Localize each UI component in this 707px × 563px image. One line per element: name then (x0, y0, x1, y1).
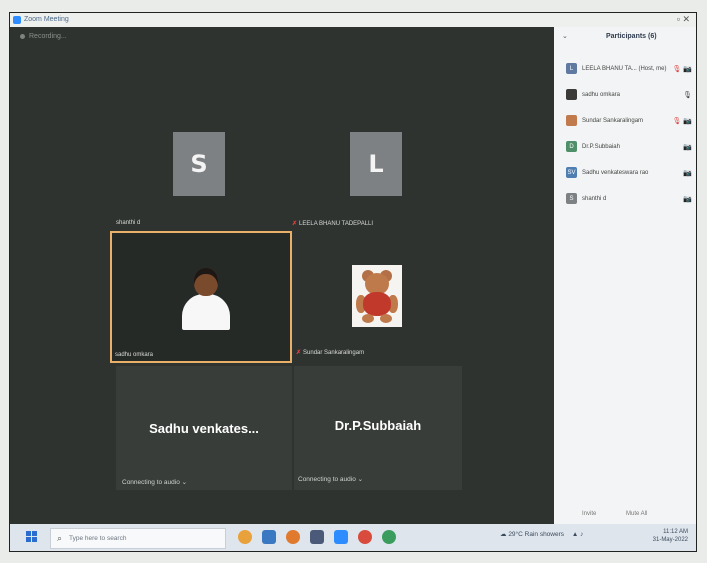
participant-name: Sadhu venkates... (149, 421, 259, 436)
network-icon[interactable]: ▲ (572, 531, 578, 538)
muted-mic-icon: ✗ (292, 221, 298, 227)
mute-all-button[interactable]: Mute All (626, 511, 647, 517)
name-tile-sadhu-venkates[interactable]: Sadhu venkates... Connecting to audio ⌄ (116, 366, 292, 490)
participant-name: LEELA BHANU TA... (Host, me) (582, 66, 667, 72)
participant-row[interactable]: sadhu omkara 🎙 (560, 89, 694, 105)
participants-header: ⌄ Participants (6) (554, 27, 696, 49)
participant-name: shanthi d (582, 196, 607, 202)
window-controls[interactable]: ▫ ✕ (677, 14, 690, 25)
participant-row[interactable]: Sundar Sankaralingam 🎙 📷 (560, 115, 694, 131)
avatar-initial: L (368, 150, 384, 178)
recording-dot-icon (20, 33, 25, 39)
store-icon[interactable] (310, 530, 324, 544)
recording-indicator[interactable]: Recording... (20, 33, 67, 40)
participant-avatar: S (566, 193, 577, 204)
weather-text[interactable]: 29°C Rain showers (508, 531, 564, 538)
window-title: Zoom Meeting (24, 16, 69, 23)
tile-label-text: Sundar Sankaralingam (303, 350, 365, 356)
participant-avatar: SV (566, 167, 577, 178)
audio-status[interactable]: Connecting to audio ⌄ (298, 475, 363, 483)
avatar-tile-s[interactable]: S (173, 132, 225, 196)
chrome-icon[interactable] (358, 530, 372, 544)
participant-status-icons[interactable]: 🎙 (683, 91, 692, 99)
file-explorer-icon[interactable] (262, 530, 276, 544)
search-placeholder: Type here to search (69, 535, 127, 542)
system-tray: ☁ 29°C Rain showers ▲ ♪ 11:12 AM 31-May-… (500, 529, 688, 543)
participant-status-icons[interactable]: 🎙 📷 (672, 117, 692, 125)
taskbar: ⌕ Type here to search ☁ 29°C Rain shower… (10, 524, 696, 551)
participant-status-icons[interactable]: 🎙 📷 (672, 65, 692, 73)
participant-name: Dr.P.Subbaiah (582, 144, 620, 150)
participant-avatar: L (566, 63, 577, 74)
participants-panel: ⌄ Participants (6) L LEELA BHANU TA... (… (554, 27, 696, 524)
teddy-bear-avatar (352, 265, 402, 327)
participant-avatar (566, 89, 577, 100)
clock-date: 31-May-2022 (652, 537, 688, 543)
browser-icon[interactable] (286, 530, 300, 544)
zoom-taskbar-icon[interactable] (334, 530, 348, 544)
active-speaker-tile[interactable]: sadhu omkara (110, 231, 292, 363)
search-icon: ⌕ (57, 533, 63, 543)
participant-name: Sadhu venkateswara rao (582, 170, 649, 176)
recording-label: Recording... (29, 33, 67, 40)
tile-label-leela: ✗ LEELA BHANU TADEPALLI (292, 220, 373, 227)
muted-mic-icon: ✗ (296, 350, 302, 356)
windows-start-icon[interactable] (26, 531, 38, 543)
volume-icon[interactable]: ♪ (580, 531, 583, 538)
participant-row[interactable]: D Dr.P.Subbaiah 📷 (560, 141, 694, 157)
participants-footer: Invite Mute All (554, 506, 696, 524)
participant-row[interactable]: L LEELA BHANU TA... (Host, me) 🎙 📷 (560, 63, 694, 79)
chevron-down-icon[interactable]: ⌄ (562, 32, 568, 40)
weather-icon: ☁ (500, 531, 507, 538)
tile-label-sundar: ✗ Sundar Sankaralingam (296, 349, 364, 356)
clock-time: 11:12 AM (663, 529, 688, 535)
participant-avatar: D (566, 141, 577, 152)
participant-status-icons[interactable]: 📷 (683, 143, 692, 151)
participant-name: Sundar Sankaralingam (582, 118, 644, 124)
participant-name: sadhu omkara (582, 92, 621, 98)
participant-video (180, 266, 232, 330)
app-icon[interactable] (382, 530, 396, 544)
clock[interactable]: 11:12 AM 31-May-2022 (653, 528, 688, 544)
participant-status-icons[interactable]: 📷 (683, 195, 692, 203)
audio-status[interactable]: Connecting to audio ⌄ (122, 478, 187, 486)
avatar-initial: S (190, 150, 208, 178)
invite-button[interactable]: Invite (582, 511, 596, 517)
participant-row[interactable]: S shanthi d 📷 (560, 193, 694, 209)
participants-title: Participants (6) (606, 33, 657, 40)
title-bar: Zoom Meeting ▫ ✕ (10, 13, 696, 27)
screen: Zoom Meeting ▫ ✕ Recording... S shanthi … (10, 13, 696, 551)
participant-status-icons[interactable]: 📷 (683, 169, 692, 177)
name-tile-subbaiah[interactable]: Dr.P.Subbaiah Connecting to audio ⌄ (294, 366, 462, 490)
avatar-tile-l[interactable]: L (350, 132, 402, 196)
taskview-icon[interactable] (238, 530, 252, 544)
participant-row[interactable]: SV Sadhu venkateswara rao 📷 (560, 167, 694, 183)
tile-label-text: LEELA BHANU TADEPALLI (299, 221, 374, 227)
tile-label-sadhu-omkara: sadhu omkara (115, 352, 154, 358)
zoom-app-icon (13, 16, 21, 24)
participant-name: Dr.P.Subbaiah (334, 418, 422, 433)
participant-avatar (566, 115, 577, 126)
taskbar-search-input[interactable]: ⌕ Type here to search (50, 528, 226, 549)
tile-label-shanthi: shanthi d (116, 220, 141, 226)
meeting-gallery: Recording... S shanthi d L ✗ LEELA BHANU … (10, 27, 554, 524)
